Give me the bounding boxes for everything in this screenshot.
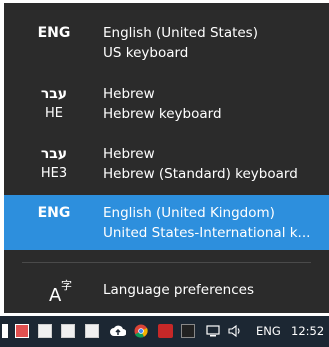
taskbar-clock[interactable]: 12:52 (291, 324, 324, 338)
language-sub: HE3 (40, 166, 68, 181)
network-icon[interactable] (206, 324, 220, 338)
language-settings-icon: A 字 (49, 278, 72, 305)
language-code: ENG (4, 23, 104, 43)
app-dark-icon[interactable] (181, 324, 195, 338)
cloud-upload-icon[interactable] (110, 324, 126, 338)
language-code: עבר HE3 (4, 144, 104, 184)
keyboard-name: US keyboard (103, 45, 189, 61)
language-abbr: ENG (37, 205, 71, 221)
keyboard-name: United States-International k... (103, 225, 311, 241)
language-sub: HE (45, 106, 63, 121)
app-white-icon[interactable] (38, 324, 52, 338)
keyboard-name: Hebrew keyboard (103, 106, 222, 122)
language-names: Hebrew Hebrew (Standard) keyboard (103, 144, 323, 184)
language-abbr: עבר (40, 86, 68, 102)
language-item-en-us[interactable]: ENG English (United States) US keyboard (4, 13, 329, 73)
language-names: English (United Kingdom) United States-I… (103, 203, 323, 243)
language-flyout: ENG English (United States) US keyboard … (4, 3, 329, 313)
language-code: ENG (4, 203, 104, 223)
language-name: English (United Kingdom) (103, 205, 275, 221)
taskbar: ENG 12:52 (0, 316, 329, 347)
language-name: Hebrew (103, 86, 155, 102)
language-names: English (United States) US keyboard (103, 23, 323, 63)
svg-text:字: 字 (61, 278, 72, 292)
language-preferences-link[interactable]: A 字 Language preferences (4, 269, 329, 313)
language-name: Hebrew (103, 146, 155, 162)
language-item-he[interactable]: עבר HE Hebrew Hebrew keyboard (4, 74, 329, 134)
volume-icon[interactable] (228, 324, 242, 338)
separator (22, 262, 311, 263)
app-red-icon[interactable] (158, 324, 173, 338)
keyboard-name: Hebrew (Standard) keyboard (103, 166, 298, 182)
language-preferences-label: Language preferences (103, 282, 254, 298)
app-red-icon[interactable] (15, 324, 29, 338)
app-white-icon[interactable] (2, 324, 8, 338)
taskbar-language-indicator[interactable]: ENG (256, 324, 281, 338)
language-code: עבר HE (4, 84, 104, 124)
language-abbr: עבר (40, 146, 68, 162)
chrome-icon[interactable] (134, 324, 148, 338)
language-item-he3[interactable]: עבר HE3 Hebrew Hebrew (Standard) keyboar… (4, 134, 329, 194)
app-white-icon[interactable] (85, 324, 99, 338)
language-item-en-gb[interactable]: ENG English (United Kingdom) United Stat… (4, 195, 329, 250)
app-white-icon[interactable] (61, 324, 75, 338)
language-name: English (United States) (103, 25, 258, 41)
language-abbr: ENG (37, 25, 71, 41)
language-names: Hebrew Hebrew keyboard (103, 84, 323, 124)
